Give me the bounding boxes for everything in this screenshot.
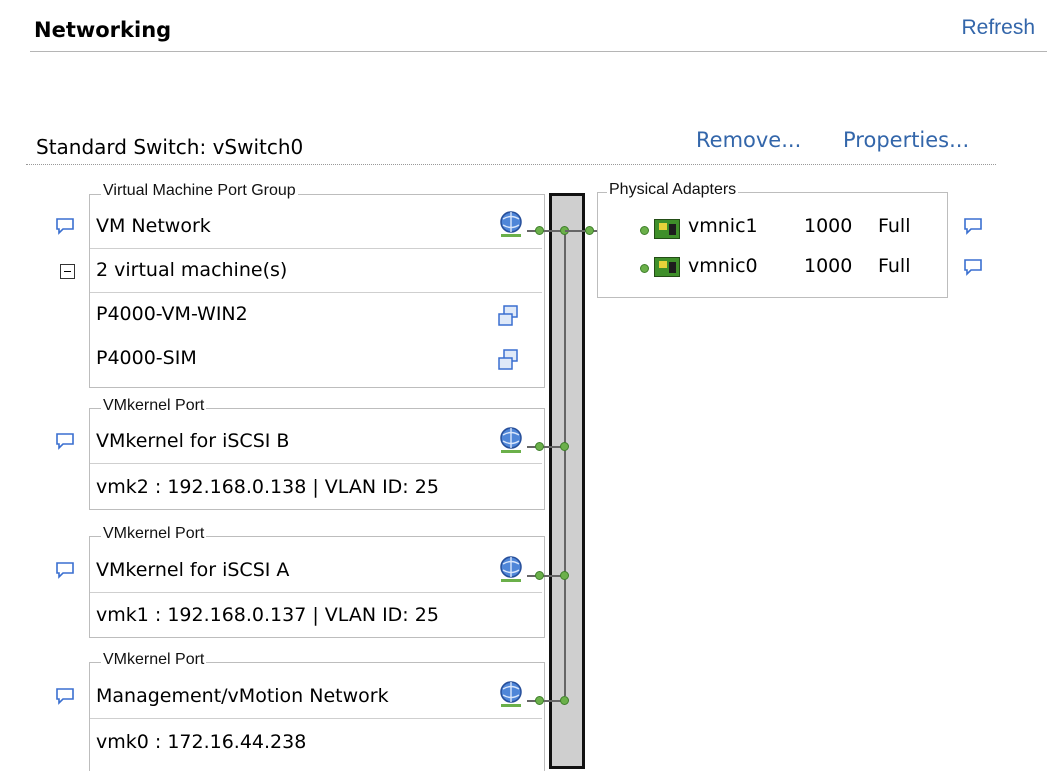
physical-adapters-box xyxy=(597,192,948,298)
vm-item[interactable]: P4000-SIM xyxy=(96,347,197,369)
vm-group-sep-2 xyxy=(90,292,542,293)
vmk-mgmt-name[interactable]: Management/vMotion Network xyxy=(96,685,389,707)
vm-icon xyxy=(497,305,519,327)
port-dot xyxy=(535,226,544,235)
vmk-a-legend: VMkernel Port xyxy=(101,525,207,543)
vm-icon xyxy=(497,349,519,371)
port-dot xyxy=(535,442,544,451)
refresh-link[interactable]: Refresh xyxy=(961,16,1035,40)
switch-label: Standard Switch: vSwitch0 xyxy=(36,135,304,159)
vmk-mgmt-comment-icon[interactable] xyxy=(55,687,75,705)
nic-icon xyxy=(654,257,680,277)
collapse-icon[interactable] xyxy=(60,264,75,279)
properties-link[interactable]: Properties... xyxy=(843,128,969,152)
adapter-speed: 1000 xyxy=(804,255,853,277)
network-globe-icon xyxy=(497,680,525,710)
vswitch-backbone-line xyxy=(564,228,566,696)
port-dot xyxy=(560,571,569,580)
nic-icon xyxy=(654,219,680,239)
switch-divider xyxy=(26,164,996,165)
port-dot xyxy=(560,696,569,705)
vmnic1-comment-icon[interactable] xyxy=(963,217,983,235)
vmk-mgmt-sep xyxy=(90,718,542,719)
vm-count: 2 virtual machine(s) xyxy=(96,259,288,281)
vmnic0-comment-icon[interactable] xyxy=(963,258,983,276)
network-globe-icon xyxy=(497,555,525,585)
adapter-dot xyxy=(640,226,649,235)
vm-group-sep-1 xyxy=(90,248,542,249)
network-globe-icon xyxy=(497,210,525,240)
uplink-dot xyxy=(585,226,594,235)
adapter-name[interactable]: vmnic0 xyxy=(688,255,758,277)
vmk-b-name[interactable]: VMkernel for iSCSI B xyxy=(96,430,289,452)
vmk-b-legend: VMkernel Port xyxy=(101,397,207,415)
vmk-mgmt-box xyxy=(89,662,545,771)
vmk-a-name[interactable]: VMkernel for iSCSI A xyxy=(96,559,289,581)
vm-network-name[interactable]: VM Network xyxy=(96,215,211,237)
adapter-name[interactable]: vmnic1 xyxy=(688,215,758,237)
vmk-b-sep xyxy=(90,463,542,464)
adapter-dot xyxy=(640,264,649,273)
port-dot xyxy=(535,696,544,705)
vmk-b-comment-icon[interactable] xyxy=(55,432,75,450)
adapter-duplex: Full xyxy=(878,255,911,277)
vmk-b-detail: vmk2 : 192.168.0.138 | VLAN ID: 25 xyxy=(96,476,439,498)
vmk-a-comment-icon[interactable] xyxy=(55,561,75,579)
adapter-speed: 1000 xyxy=(804,215,853,237)
network-globe-icon xyxy=(497,426,525,456)
physical-adapters-legend: Physical Adapters xyxy=(607,181,739,199)
vmk-mgmt-legend: VMkernel Port xyxy=(101,651,207,669)
port-dot xyxy=(535,571,544,580)
header-divider xyxy=(30,51,1047,52)
vmk-mgmt-detail: vmk0 : 172.16.44.238 xyxy=(96,731,307,753)
vswitch-bar xyxy=(549,193,585,769)
vm-network-comment-icon[interactable] xyxy=(55,217,75,235)
vm-port-group-legend: Virtual Machine Port Group xyxy=(101,182,298,200)
port-dot xyxy=(560,442,569,451)
vm-item[interactable]: P4000-VM-WIN2 xyxy=(96,303,248,325)
vmk-a-detail: vmk1 : 192.168.0.137 | VLAN ID: 25 xyxy=(96,604,439,626)
remove-link[interactable]: Remove... xyxy=(696,128,801,152)
page-title: Networking xyxy=(34,18,172,42)
vmk-a-sep xyxy=(90,592,542,593)
adapter-duplex: Full xyxy=(878,215,911,237)
